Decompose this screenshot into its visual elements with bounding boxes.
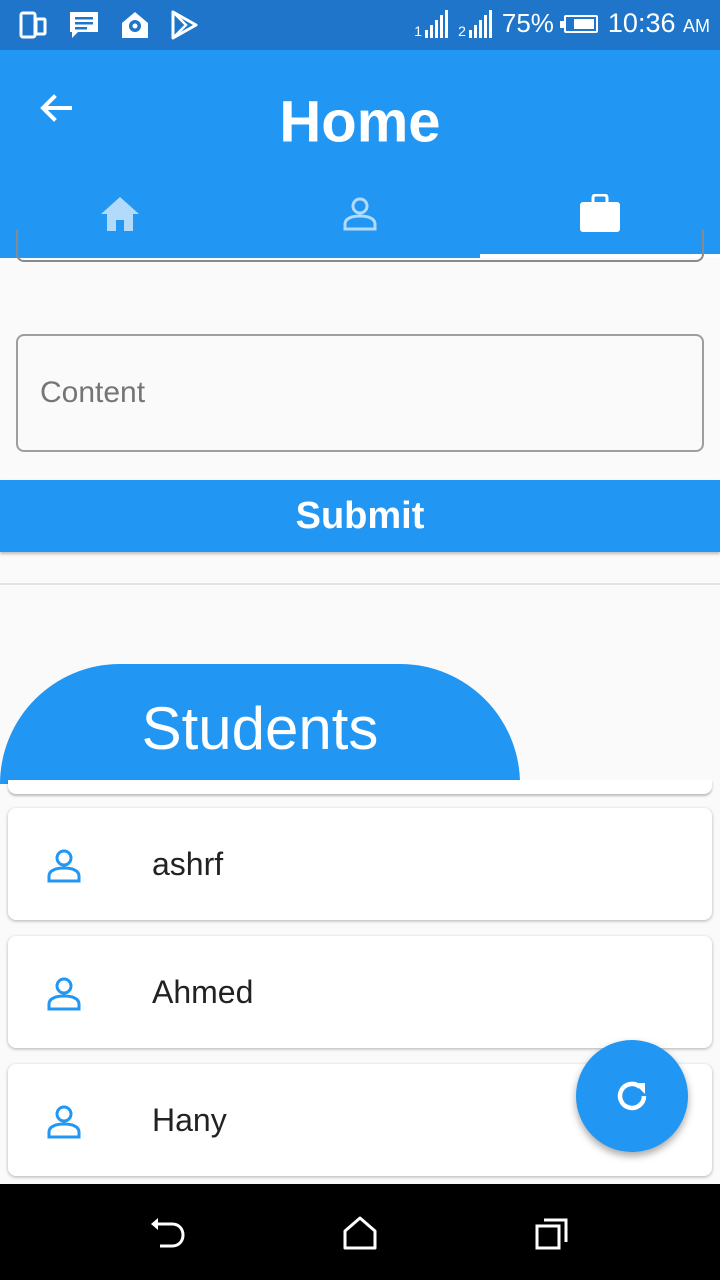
sim2-label: 2 — [458, 22, 466, 39]
system-nav-bar — [0, 1184, 720, 1280]
student-name: Hany — [152, 1102, 227, 1138]
signal-sim1-icon: 1 — [414, 9, 449, 39]
home-icon — [343, 1216, 377, 1250]
clock-ampm: AM — [683, 16, 710, 36]
briefcase-icon — [580, 194, 620, 232]
divider — [0, 583, 720, 585]
battery-percent: 75% — [501, 8, 554, 38]
play-store-icon — [171, 10, 198, 40]
refresh-button[interactable] — [576, 1040, 688, 1152]
student-name: ashrf — [152, 846, 224, 882]
submit-button[interactable]: Submit — [0, 480, 720, 552]
students-title: Students — [141, 695, 379, 762]
student-name: Ahmed — [152, 974, 254, 1010]
person-icon — [343, 197, 377, 231]
back-icon — [151, 1218, 185, 1248]
battery-icon — [559, 14, 598, 33]
list-item-partial — [8, 780, 712, 794]
person-icon — [47, 1105, 81, 1139]
nav-back-button[interactable] — [148, 1214, 188, 1254]
person-icon — [47, 849, 81, 883]
signal-sim2-icon: 2 — [458, 9, 492, 39]
content-input[interactable] — [16, 334, 704, 452]
sim1-label: 1 — [414, 22, 423, 39]
notification-icons — [18, 10, 198, 40]
system-status: 1 2 75% 10:36 AM — [414, 8, 710, 39]
clock: 10:36 AM — [608, 8, 710, 39]
location-pin-icon — [122, 12, 148, 38]
battery-level — [573, 18, 594, 29]
nav-home-button[interactable] — [340, 1214, 380, 1254]
message-icon — [70, 12, 98, 38]
students-header: Students — [0, 664, 520, 784]
home-icon — [101, 197, 139, 231]
previous-field-border — [16, 230, 704, 262]
app-bar: Home — [0, 50, 720, 258]
list-item[interactable]: Ahmed — [8, 936, 712, 1048]
nav-recents-button[interactable] — [532, 1214, 572, 1254]
status-bar: 1 2 75% 10:36 AM — [0, 0, 720, 50]
phone-screens-icon — [19, 11, 47, 39]
page-title: Home — [279, 89, 441, 155]
person-icon — [47, 977, 81, 1011]
clock-time: 10:36 — [607, 8, 676, 38]
recents-icon — [535, 1218, 568, 1250]
refresh-icon — [617, 1081, 647, 1111]
list-item[interactable]: ashrf — [8, 808, 712, 920]
